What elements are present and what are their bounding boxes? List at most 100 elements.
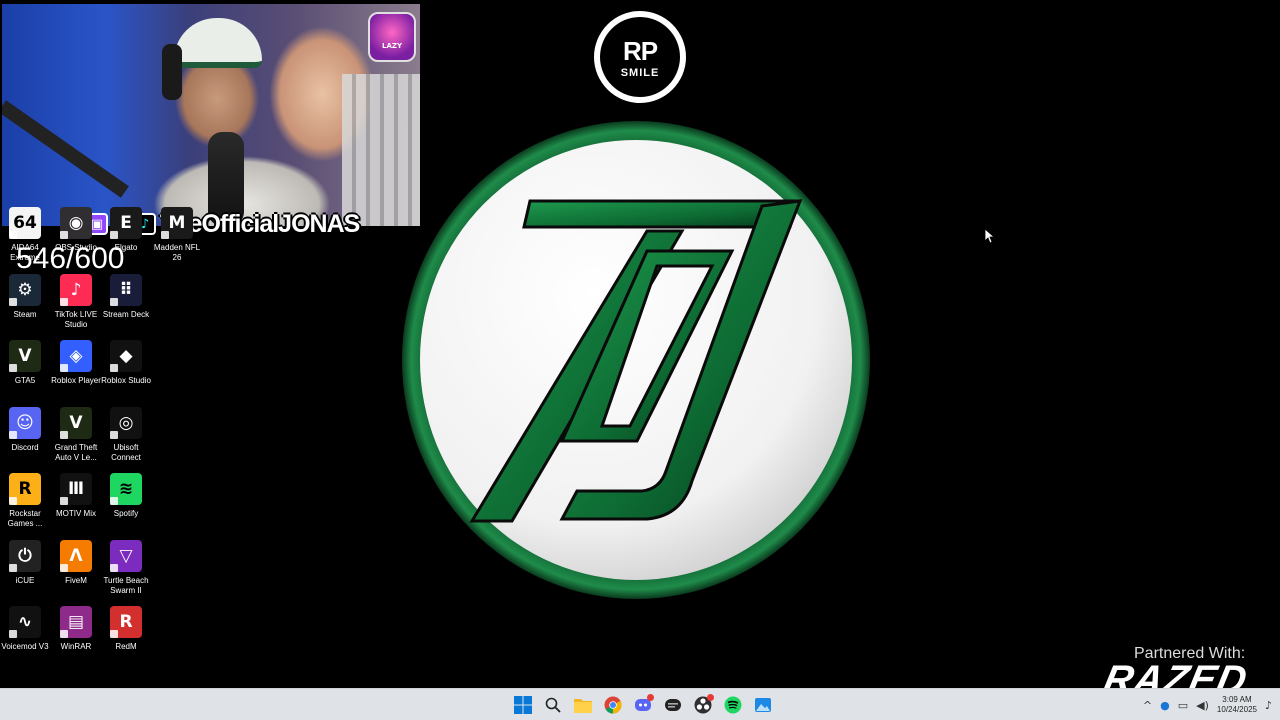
chevron-up-icon[interactable]: ^ bbox=[1143, 699, 1152, 712]
stream-deck-icon: ⠿ bbox=[110, 274, 142, 306]
search-icon bbox=[545, 697, 561, 713]
desktop-icon-discord[interactable]: ☺ Discord bbox=[0, 407, 51, 453]
roblox-icon: ◈ bbox=[60, 340, 92, 372]
tiktok-icon: ♪ bbox=[60, 274, 92, 306]
desktop-icon-redm[interactable]: R RedM bbox=[100, 606, 152, 652]
clock-time: 3:09 AM bbox=[1222, 695, 1252, 704]
desktop-icon-rockstar[interactable]: R Rockstar Games ... bbox=[0, 473, 51, 529]
taskbar-apps bbox=[511, 692, 775, 718]
turtle-beach-icon: ▽ bbox=[110, 540, 142, 572]
desktop-icon-label: Grand Theft Auto V Le... bbox=[54, 443, 98, 462]
desktop-icon-gta5[interactable]: V GTA5 bbox=[0, 340, 51, 386]
desktop-icon-label: OBS Studio bbox=[55, 243, 97, 252]
discord-icon: ☺ bbox=[9, 407, 41, 439]
folder-icon bbox=[574, 699, 592, 713]
rp-smile-logo: RP SMILE bbox=[594, 11, 686, 103]
desktop-icon-tiktok-live[interactable]: ♪ TikTok LIVE Studio bbox=[50, 274, 102, 330]
redm-icon: R bbox=[110, 606, 142, 638]
volume-icon[interactable]: ◀) bbox=[1196, 699, 1209, 712]
desktop-icon-motiv[interactable]: Ⅲ MOTIV Mix bbox=[50, 473, 102, 519]
desktop-icon-label: TikTok LIVE Studio bbox=[54, 310, 98, 329]
mouse-cursor-icon bbox=[985, 229, 995, 243]
microphone-icon[interactable]: ● bbox=[1160, 699, 1170, 712]
desktop-icon-steam[interactable]: ⚙ Steam bbox=[0, 274, 51, 320]
rp-logo-text: RP bbox=[622, 35, 658, 66]
desktop-icon-fivem[interactable]: Λ FiveM bbox=[50, 540, 102, 586]
desktop-icon-label: Turtle Beach Swarm II bbox=[103, 576, 149, 595]
desktop-icon-label: RedM bbox=[115, 642, 137, 651]
desktop-icon-turtle-beach[interactable]: ▽ Turtle Beach Swarm II bbox=[100, 540, 152, 596]
desktop-icon-elgato[interactable]: E Elgato bbox=[100, 207, 152, 253]
winrar-icon: ▤ bbox=[60, 606, 92, 638]
rockstar-icon: R bbox=[9, 473, 41, 505]
webcam-overlay: LAZY bbox=[2, 4, 420, 226]
aida64-icon: 64 bbox=[9, 207, 41, 239]
photos-icon bbox=[755, 698, 771, 712]
chat-app-icon bbox=[665, 699, 681, 711]
channel-badge-text: LAZY bbox=[381, 42, 403, 50]
steam-icon: ⚙ bbox=[9, 274, 41, 306]
elgato-icon: E bbox=[110, 207, 142, 239]
taskbar-chrome[interactable] bbox=[601, 693, 625, 717]
start-button[interactable] bbox=[511, 693, 535, 717]
system-tray: ^ ● ▭ ◀) 3:09 AM 10/24/2025 ♪ bbox=[1143, 689, 1272, 720]
cap bbox=[174, 18, 262, 68]
mic-arm bbox=[2, 100, 129, 198]
spotify-icon bbox=[724, 696, 742, 714]
desktop-icon-label: Elgato bbox=[114, 243, 138, 252]
clock-date: 10/24/2025 bbox=[1216, 705, 1257, 714]
desktop-icon-stream-deck[interactable]: ⠿ Stream Deck bbox=[100, 274, 152, 320]
desktop-icon-label: Roblox Player bbox=[51, 376, 101, 385]
desktop-icon-label: AIDA64 Extreme bbox=[10, 243, 40, 262]
madden-icon: M bbox=[161, 207, 193, 239]
taskbar-discord[interactable] bbox=[631, 693, 655, 717]
desktop-icon-label: Spotify bbox=[113, 509, 139, 518]
taskbar-search-button[interactable] bbox=[541, 693, 565, 717]
desktop-icon-label: Discord bbox=[11, 443, 39, 452]
taskbar-file-explorer[interactable] bbox=[571, 693, 595, 717]
taskbar-clock[interactable]: 3:09 AM 10/24/2025 bbox=[1217, 695, 1257, 715]
desktop-icon-label: FiveM bbox=[65, 576, 87, 585]
desktop-icon-icue[interactable]: ⏻ iCUE bbox=[0, 540, 51, 586]
desktop-icon-ubisoft[interactable]: ◎ Ubisoft Connect bbox=[100, 407, 152, 463]
ubisoft-icon: ◎ bbox=[110, 407, 142, 439]
rp-logo-subtext: SMILE bbox=[620, 66, 660, 79]
taskbar-obs[interactable] bbox=[691, 693, 715, 717]
taskbar-photos[interactable] bbox=[751, 693, 775, 717]
desktop-icon-obs[interactable]: ◉ OBS Studio bbox=[50, 207, 102, 253]
recording-badge bbox=[707, 694, 714, 701]
desktop-icon-label: Roblox Studio bbox=[101, 376, 151, 385]
taskbar-app-dark[interactable] bbox=[661, 693, 685, 717]
desktop-icon-label: Stream Deck bbox=[102, 310, 150, 319]
desktop-icon-label: WinRAR bbox=[60, 642, 92, 651]
icue-icon: ⏻ bbox=[9, 540, 41, 572]
desktop-icon-aida64[interactable]: 64 AIDA64 Extreme bbox=[0, 207, 51, 263]
taskbar-spotify[interactable] bbox=[721, 693, 745, 717]
desktop-icon-winrar[interactable]: ▤ WinRAR bbox=[50, 606, 102, 652]
fivem-icon: Λ bbox=[60, 540, 92, 572]
headset bbox=[162, 44, 182, 100]
desktop-icon-spotify[interactable]: ≋ Spotify bbox=[100, 473, 152, 519]
desktop-icon-label: MOTIV Mix bbox=[56, 509, 96, 518]
network-icon[interactable]: ▭ bbox=[1178, 699, 1188, 712]
windows-icon bbox=[514, 696, 532, 714]
desktop-icon-roblox-studio[interactable]: ◆ Roblox Studio bbox=[100, 340, 152, 386]
notification-badge bbox=[647, 694, 654, 701]
channel-badge-icon bbox=[368, 12, 416, 62]
roblox-studio-icon: ◆ bbox=[110, 340, 142, 372]
desktop-icon-roblox-player[interactable]: ◈ Roblox Player bbox=[50, 340, 102, 386]
voicemod-icon: ∿ bbox=[9, 606, 41, 638]
desktop-icon-voicemod[interactable]: ∿ Voicemod V3 bbox=[0, 606, 51, 652]
toj-wallpaper-logo bbox=[402, 121, 870, 599]
desktop-icon-label: GTA5 bbox=[14, 376, 36, 385]
spotify-icon: ≋ bbox=[110, 473, 142, 505]
obs-icon: ◉ bbox=[60, 207, 92, 239]
desktop-icon-gta-v-legacy[interactable]: V Grand Theft Auto V Le... bbox=[50, 407, 102, 463]
gta5-icon: V bbox=[9, 340, 41, 372]
notification-bell-icon[interactable]: ♪ bbox=[1265, 699, 1272, 712]
desktop-icon-label: Voicemod V3 bbox=[1, 642, 49, 651]
rp-smile-inner: RP SMILE bbox=[600, 17, 680, 97]
chrome-icon bbox=[604, 696, 622, 714]
desktop-icon-madden[interactable]: M Madden NFL 26 bbox=[151, 207, 203, 263]
gta-v-icon: V bbox=[60, 407, 92, 439]
